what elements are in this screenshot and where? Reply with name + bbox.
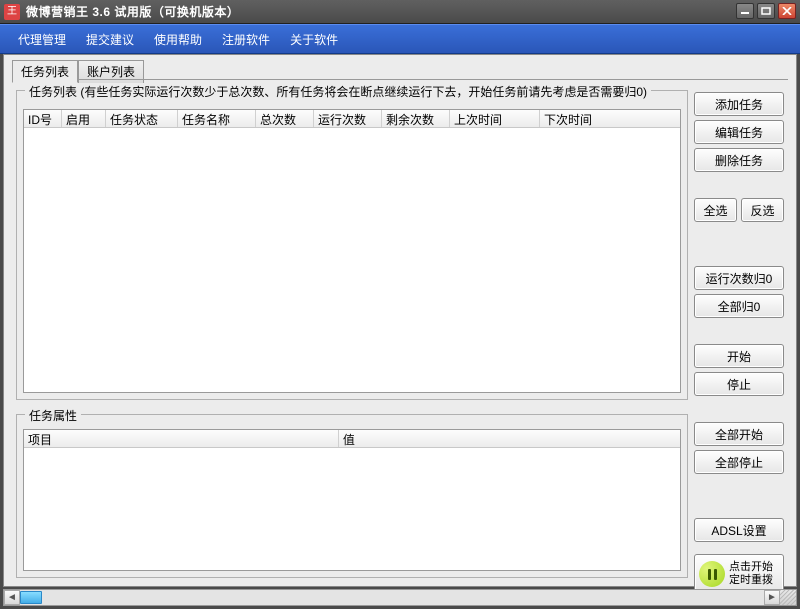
col-name[interactable]: 任务名称 [178,110,256,127]
maximize-button[interactable] [757,3,775,19]
all-zero-button[interactable]: 全部归0 [694,294,784,318]
pause-icon [699,561,725,587]
adsl-settings-button[interactable]: ADSL设置 [694,518,784,542]
col-next-time[interactable]: 下次时间 [540,110,680,127]
delete-task-button[interactable]: 删除任务 [694,148,784,172]
col-remain[interactable]: 剩余次数 [382,110,450,127]
col-prop-value[interactable]: 值 [339,430,680,447]
group-task-props-label: 任务属性 [25,407,81,424]
col-enabled[interactable]: 启用 [62,110,106,127]
start-timer-line2: 定时重拨 [729,574,773,587]
stop-all-button[interactable]: 全部停止 [694,450,784,474]
tab-task-list[interactable]: 任务列表 [12,60,78,83]
app-icon: 王 [4,4,20,20]
add-task-button[interactable]: 添加任务 [694,92,784,116]
col-prop-name[interactable]: 项目 [24,430,339,447]
props-listview-header: 项目 值 [24,430,680,448]
run-count-zero-button[interactable]: 运行次数归0 [694,266,784,290]
menu-proxy-manage[interactable]: 代理管理 [8,27,76,52]
start-timer-text: 点击开始 定时重拨 [729,561,773,587]
group-task-list-label: 任务列表 (有些任务实际运行次数少于总次数、所有任务将会在断点继续运行下去，开始… [25,83,651,100]
side-button-panel: 添加任务 编辑任务 删除任务 全选 反选 运行次数归0 全部归0 开始 停止 全… [694,92,784,594]
hscroll-thumb[interactable] [20,591,42,604]
resize-grip[interactable] [780,590,796,605]
props-listview[interactable]: 项目 值 [23,429,681,571]
minimize-button[interactable] [736,3,754,19]
group-task-list: 任务列表 (有些任务实际运行次数少于总次数、所有任务将会在断点继续运行下去，开始… [16,90,688,400]
start-timer-redial-button[interactable]: 点击开始 定时重拨 [694,554,784,594]
group-task-props: 任务属性 项目 值 [16,414,688,578]
invert-selection-button[interactable]: 反选 [741,198,784,222]
select-all-button[interactable]: 全选 [694,198,737,222]
close-button[interactable] [778,3,796,19]
start-timer-line1: 点击开始 [729,561,773,574]
edit-task-button[interactable]: 编辑任务 [694,120,784,144]
tab-strip: 任务列表 账户列表 [4,55,796,82]
menu-register[interactable]: 注册软件 [212,27,280,52]
col-id[interactable]: ID号 [24,110,62,127]
col-total[interactable]: 总次数 [256,110,314,127]
task-listview-header: ID号 启用 任务状态 任务名称 总次数 运行次数 剩余次数 上次时间 下次时间 [24,110,680,128]
col-status[interactable]: 任务状态 [106,110,178,127]
menu-bar: 代理管理 提交建议 使用帮助 注册软件 关于软件 [0,24,800,54]
window-controls [736,3,796,19]
status-bar: ◄ ► [3,589,797,606]
client-area: 任务列表 账户列表 任务列表 (有些任务实际运行次数少于总次数、所有任务将会在断… [3,54,797,587]
menu-submit-suggestion[interactable]: 提交建议 [76,27,144,52]
hscroll-track[interactable] [20,590,764,605]
stop-button[interactable]: 停止 [694,372,784,396]
menu-help[interactable]: 使用帮助 [144,27,212,52]
start-all-button[interactable]: 全部开始 [694,422,784,446]
window-title: 微博营销王 3.6 试用版（可换机版本） [26,3,239,20]
hscroll-right-button[interactable]: ► [764,590,780,605]
hscroll-left-button[interactable]: ◄ [4,590,20,605]
main-area: 任务列表 (有些任务实际运行次数少于总次数、所有任务将会在断点继续运行下去，开始… [16,86,688,578]
props-listview-body[interactable] [24,448,680,570]
tab-page-task-list: 任务列表 (有些任务实际运行次数少于总次数、所有任务将会在断点继续运行下去，开始… [12,79,788,582]
task-listview[interactable]: ID号 启用 任务状态 任务名称 总次数 运行次数 剩余次数 上次时间 下次时间 [23,109,681,393]
task-listview-body[interactable] [24,128,680,392]
start-button[interactable]: 开始 [694,344,784,368]
col-run[interactable]: 运行次数 [314,110,382,127]
col-last-time[interactable]: 上次时间 [450,110,540,127]
title-bar: 王 微博营销王 3.6 试用版（可换机版本） [0,0,800,24]
menu-about[interactable]: 关于软件 [280,27,348,52]
